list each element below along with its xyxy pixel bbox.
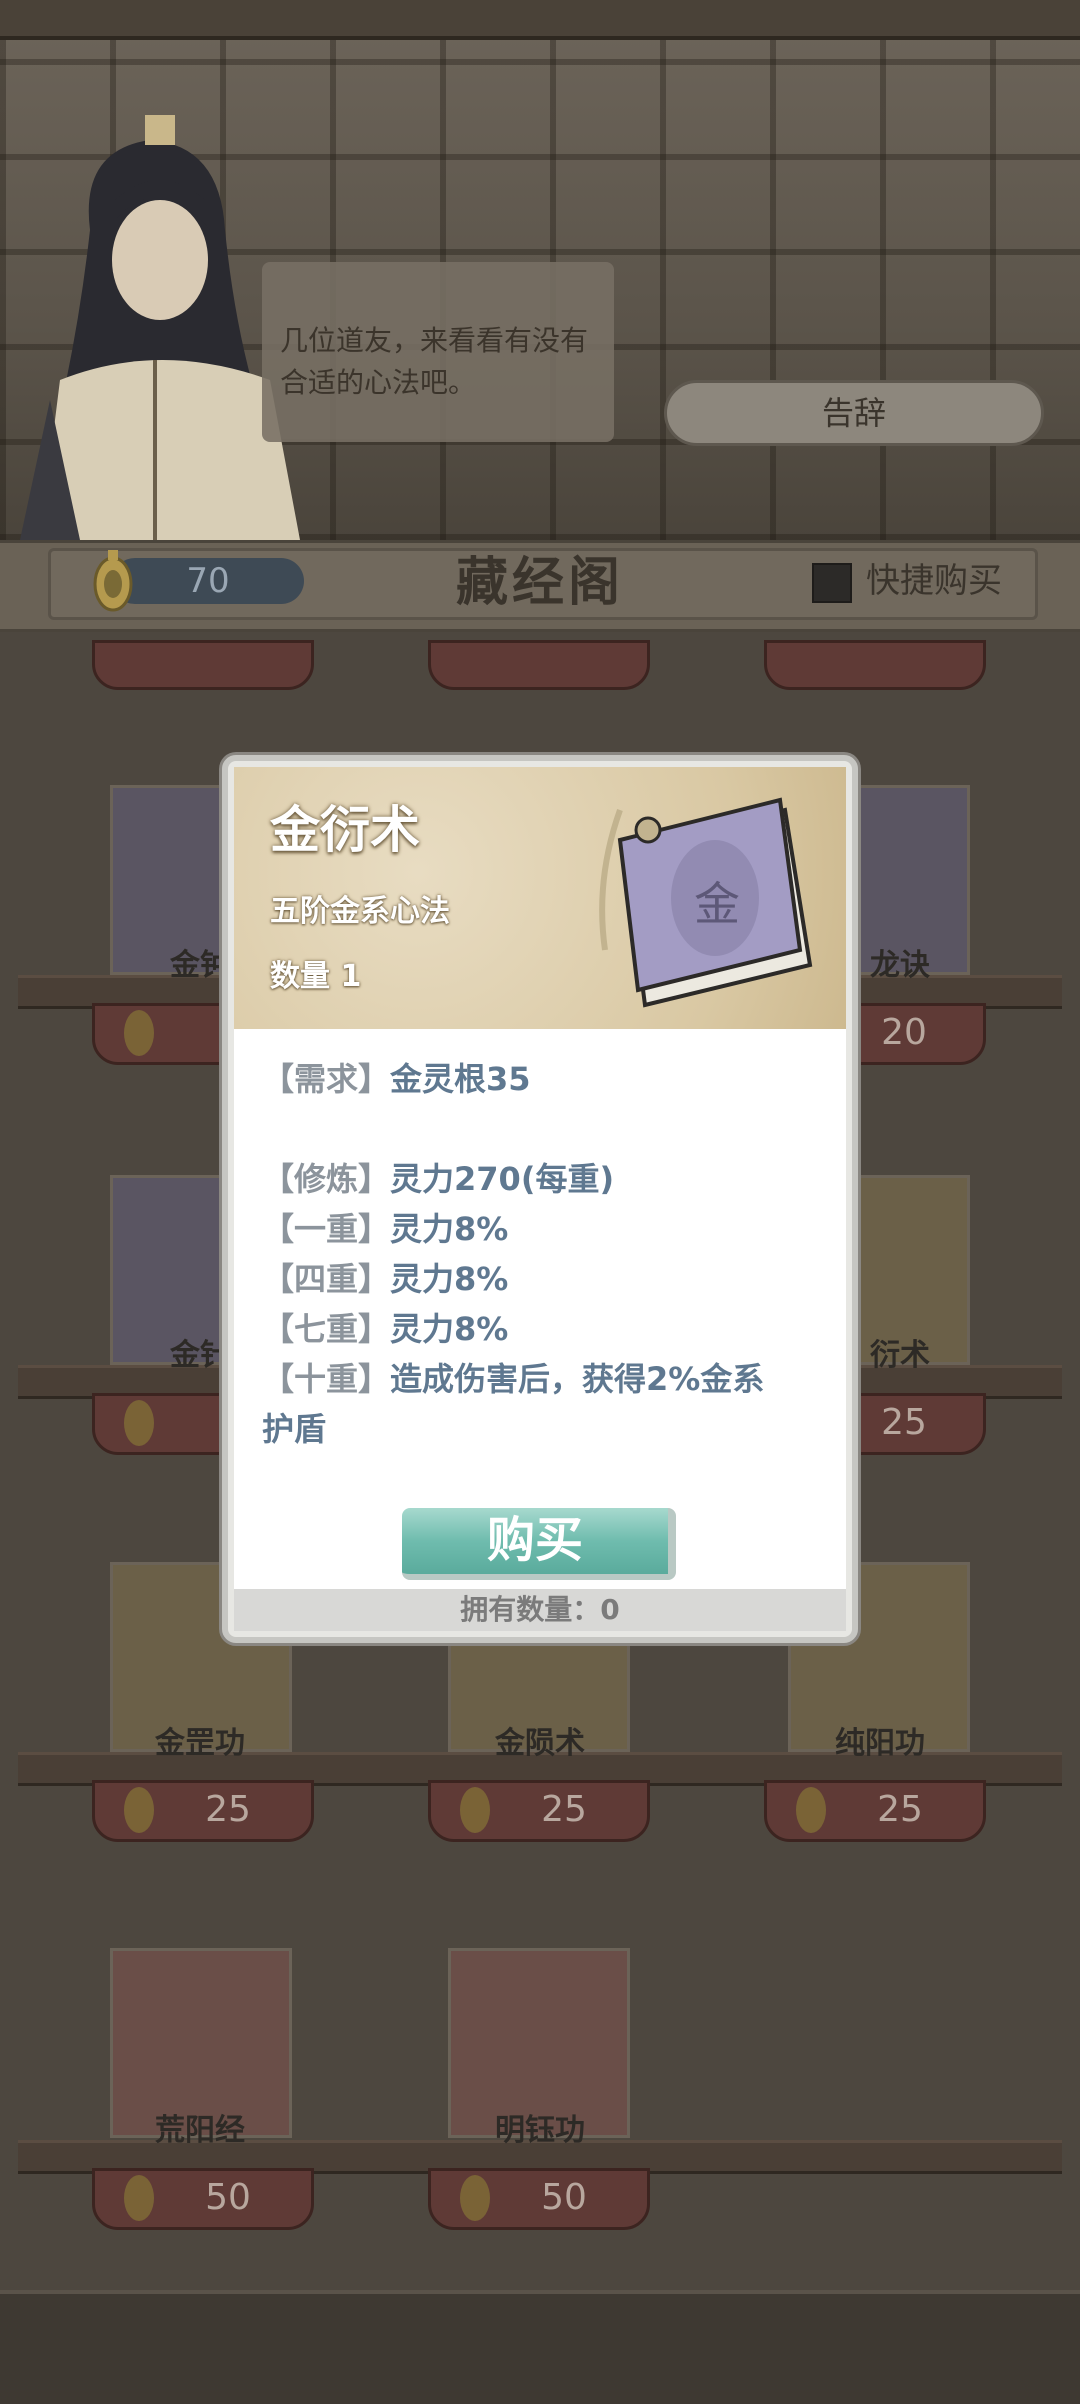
coin-icon <box>124 1400 154 1446</box>
price-value: 25 <box>541 1789 587 1830</box>
effect-line: 【四重】灵力8% <box>262 1254 822 1304</box>
coin-icon <box>460 1787 490 1833</box>
leave-button[interactable]: 告辞 <box>664 380 1044 446</box>
coin-icon <box>124 1787 154 1833</box>
effect-tag: 【修炼】 <box>262 1160 391 1198</box>
shop-item-name: 荒阳经 <box>155 2113 245 2148</box>
effect-tag: 【一重】 <box>262 1210 391 1248</box>
buy-button[interactable]: 购买 <box>402 1508 676 1580</box>
effect-line: 【修炼】灵力270(每重) <box>262 1154 822 1204</box>
effect-text: 造成伤害后，获得2%金系 <box>390 1360 765 1398</box>
coin-icon <box>460 2175 490 2221</box>
skill-book-icon: 金 <box>599 797 813 1008</box>
effect-tag: 【十重】 <box>262 1360 391 1398</box>
owned-count: 拥有数量：0 <box>234 1589 846 1631</box>
price-value: 25 <box>877 1789 923 1830</box>
coin-icon <box>124 1010 154 1056</box>
effect-text: 灵力270(每重) <box>390 1160 615 1198</box>
effect-line-wrap: 护盾 <box>262 1410 327 1448</box>
spirit-stone-currency-icon <box>93 550 133 612</box>
shop-item-name: 金陨术 <box>495 1726 585 1761</box>
bottom-bar <box>0 2290 1080 2404</box>
effect-line: 【一重】灵力8% <box>262 1204 822 1254</box>
item-count: 数量 1 <box>270 959 362 994</box>
quick-buy-checkbox[interactable] <box>812 563 852 603</box>
quick-buy-label[interactable]: 快捷购买 <box>866 556 1026 606</box>
price-value: 50 <box>205 2177 251 2218</box>
requirement-tag: 【需求】 <box>262 1060 391 1098</box>
effect-line: 【七重】灵力8% <box>262 1304 822 1354</box>
book-glyph: 金 <box>694 877 740 931</box>
shop-item-name: 金罡功 <box>155 1726 245 1761</box>
price-value: 50 <box>541 2177 587 2218</box>
coin-icon <box>796 1787 826 1833</box>
price-tag <box>92 640 314 690</box>
price-tag <box>764 640 986 690</box>
shop-item-name: 纯阳功 <box>835 1726 925 1761</box>
requirement-text: 金灵根35 <box>390 1060 531 1098</box>
effect-tag: 【七重】 <box>262 1310 391 1348</box>
price-value: 25 <box>205 1789 251 1830</box>
effect-text: 灵力8% <box>390 1260 509 1298</box>
price-value: 20 <box>881 1012 927 1053</box>
roof-beam <box>0 0 1080 40</box>
effect-text: 灵力8% <box>390 1210 509 1248</box>
effect-text: 灵力8% <box>390 1310 509 1348</box>
shop-item-name: 明钰功 <box>495 2113 585 2148</box>
coin-icon <box>124 2175 154 2221</box>
effect-tag: 【四重】 <box>262 1260 391 1298</box>
requirement-line: 【需求】金灵根35 <box>262 1054 822 1104</box>
effect-line: 【十重】造成伤害后，获得2%金系 <box>262 1354 822 1404</box>
item-name: 金衍术 <box>270 801 420 859</box>
page-title: 藏经阁 <box>455 553 624 613</box>
item-type: 五阶金系心法 <box>270 894 450 929</box>
npc-speech-bubble: 几位道友，来看看有没有合适的心法吧。 <box>262 262 614 442</box>
price-value: 25 <box>881 1402 927 1443</box>
currency-balance: 70 <box>112 558 304 604</box>
price-tag <box>428 640 650 690</box>
